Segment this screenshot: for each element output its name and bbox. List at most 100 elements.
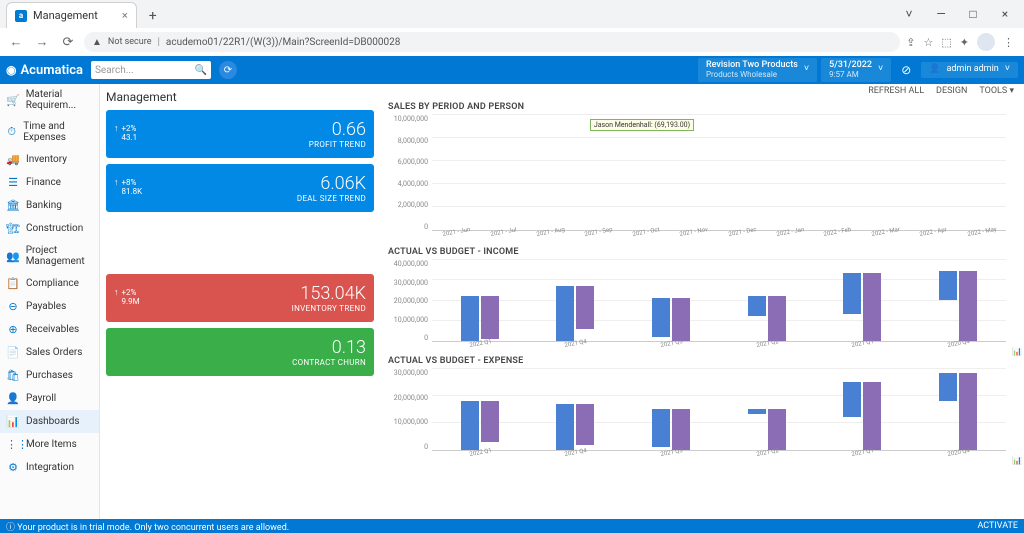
chart-title: SALES BY PERIOD AND PERSON	[388, 102, 1016, 112]
close-icon[interactable]: ×	[122, 9, 128, 22]
kpi-card[interactable]: ↑ +2% 9.9M 153.04K INVENTORY TREND	[106, 274, 374, 322]
kpi-card[interactable]: ↑ +2% 43.1 0.66 PROFIT TREND	[106, 110, 374, 158]
bar-group[interactable]	[652, 298, 690, 341]
brand-logo[interactable]: ◉ Acumatica	[6, 63, 83, 78]
sidebar-item-inventory[interactable]: 🚚Inventory	[0, 148, 99, 171]
chevron-down-icon[interactable]: ˅	[894, 0, 924, 28]
extension-icon[interactable]: ⬚	[941, 36, 951, 49]
bar-group[interactable]	[748, 296, 786, 341]
tab-title: Management	[33, 9, 98, 22]
reload-icon[interactable]: ⟳	[58, 35, 78, 50]
browser-tab[interactable]: a Management ×	[6, 2, 137, 28]
sidebar-icon: ⏱	[6, 125, 17, 139]
kpi-label: INVENTORY TREND	[292, 304, 366, 313]
puzzle-icon[interactable]: ✦	[960, 36, 969, 49]
refresh-all-button[interactable]: REFRESH ALL	[868, 86, 924, 96]
bar	[863, 273, 881, 341]
new-tab-button[interactable]: +	[141, 4, 165, 28]
not-secure-label: Not secure	[108, 37, 152, 47]
forward-icon[interactable]: →	[32, 34, 52, 50]
tools-button[interactable]: TOOLS ▾	[979, 86, 1014, 96]
bar-group[interactable]	[461, 401, 499, 450]
page-title: Management	[106, 90, 177, 104]
bar	[576, 286, 594, 329]
bar-group[interactable]	[461, 296, 499, 341]
search-input[interactable]: Search... 🔍	[91, 61, 211, 79]
share-icon[interactable]: ⇪	[906, 36, 915, 49]
bar-group[interactable]	[556, 286, 594, 341]
bar-group[interactable]	[939, 271, 977, 341]
bar	[556, 404, 574, 450]
sidebar-item-purchases[interactable]: 🛍Purchases	[0, 364, 99, 387]
chart-hint-icon[interactable]: 📊	[1012, 456, 1022, 465]
back-icon[interactable]: ←	[6, 34, 26, 50]
close-window-icon[interactable]: ×	[990, 0, 1020, 28]
chevron-down-icon: ˅	[1005, 65, 1010, 75]
sidebar-icon: 👤	[6, 392, 20, 405]
refresh-button[interactable]: ⟳	[219, 61, 237, 79]
sidebar-item-receivables[interactable]: ⊕Receivables	[0, 318, 99, 341]
bar	[652, 298, 670, 337]
x-axis: 2021 - Jun2021 - Jul2021 - Aug2021 - Sep…	[432, 231, 1006, 245]
bar	[576, 404, 594, 445]
sidebar-item-label: Sales Orders	[26, 347, 82, 358]
business-date[interactable]: 5/31/2022 9:57 AM ˅	[821, 58, 891, 83]
help-icon[interactable]: ⊘	[895, 63, 917, 77]
bar-group[interactable]	[843, 273, 881, 341]
sidebar-item-dashboards[interactable]: 📊Dashboards	[0, 410, 99, 433]
bar	[939, 271, 957, 300]
sidebar-item-material-requirem-[interactable]: 🛒Material Requirem...	[0, 84, 99, 116]
sidebar-item-label: Finance	[26, 177, 61, 188]
minimize-icon[interactable]: —	[926, 0, 956, 28]
arrow-up-icon: ↑	[114, 289, 119, 299]
chart-title: ACTUAL VS BUDGET - INCOME	[388, 247, 1016, 257]
bar-group[interactable]	[556, 404, 594, 450]
design-button[interactable]: DESIGN	[936, 86, 967, 96]
maximize-icon[interactable]: □	[958, 0, 988, 28]
bar	[748, 409, 766, 414]
tab-favicon: a	[15, 10, 27, 22]
kpi-card[interactable]: 0.13 CONTRACT CHURN	[106, 328, 374, 376]
search-icon: 🔍	[195, 65, 207, 76]
chart-hint-icon[interactable]: 📊	[1012, 347, 1022, 356]
chevron-down-icon: ˅	[804, 65, 809, 75]
kpi-label: PROFIT TREND	[309, 140, 366, 149]
sidebar-icon: ⋮⋮	[6, 438, 20, 451]
sidebar-item-integration[interactable]: ⚙Integration	[0, 456, 99, 479]
url-bar[interactable]: ▲ Not secure | acudemo01/22R1/(W(3))/Mai…	[84, 32, 900, 52]
kpi-label: DEAL SIZE TREND	[297, 194, 366, 203]
sidebar-item-time-and-expenses[interactable]: ⏱Time and Expenses	[0, 116, 99, 148]
activate-button[interactable]: ACTIVATE	[977, 521, 1018, 531]
sidebar-item-label: Project Management	[26, 245, 93, 267]
bar-group[interactable]	[843, 382, 881, 450]
star-icon[interactable]: ☆	[924, 36, 934, 49]
sidebar-item-sales-orders[interactable]: 📄Sales Orders	[0, 341, 99, 364]
sidebar-icon: ⊕	[6, 323, 20, 336]
sidebar-item-construction[interactable]: 🏗Construction	[0, 217, 99, 240]
bar-group[interactable]	[652, 409, 690, 450]
plot-area	[432, 260, 1006, 342]
kpi-card[interactable]: ↑ +8% 81.8K 6.06K DEAL SIZE TREND	[106, 164, 374, 212]
tenant-selector[interactable]: Revision Two Products Products Wholesale…	[698, 58, 817, 83]
sidebar-item-more-items[interactable]: ⋮⋮More Items	[0, 433, 99, 456]
x-axis: 2022 Q12021 Q42021 Q32021 Q22021 Q12020 …	[432, 342, 1006, 354]
bar	[843, 382, 861, 418]
bar-group[interactable]	[748, 409, 786, 450]
bar	[768, 296, 786, 341]
sidebar-item-compliance[interactable]: 📋Compliance	[0, 272, 99, 295]
kpi-value: 0.13	[292, 337, 366, 358]
bar-group[interactable]	[939, 373, 977, 450]
bar	[863, 382, 881, 450]
bar	[748, 296, 766, 317]
sidebar-item-banking[interactable]: 🏛Banking	[0, 194, 99, 217]
sidebar-item-payables[interactable]: ⊖Payables	[0, 295, 99, 318]
app-header: ◉ Acumatica Search... 🔍 ⟳ Revision Two P…	[0, 56, 1024, 84]
user-menu[interactable]: 👤 admin admin ˅	[921, 62, 1018, 78]
sidebar-item-payroll[interactable]: 👤Payroll	[0, 387, 99, 410]
profile-avatar[interactable]	[977, 33, 995, 51]
sidebar-item-project-management[interactable]: 👥Project Management	[0, 240, 99, 272]
sidebar-item-finance[interactable]: ☰Finance	[0, 171, 99, 194]
sidebar-icon: 📋	[6, 277, 20, 290]
kebab-icon[interactable]: ⋮	[1003, 36, 1014, 49]
bar	[959, 373, 977, 450]
